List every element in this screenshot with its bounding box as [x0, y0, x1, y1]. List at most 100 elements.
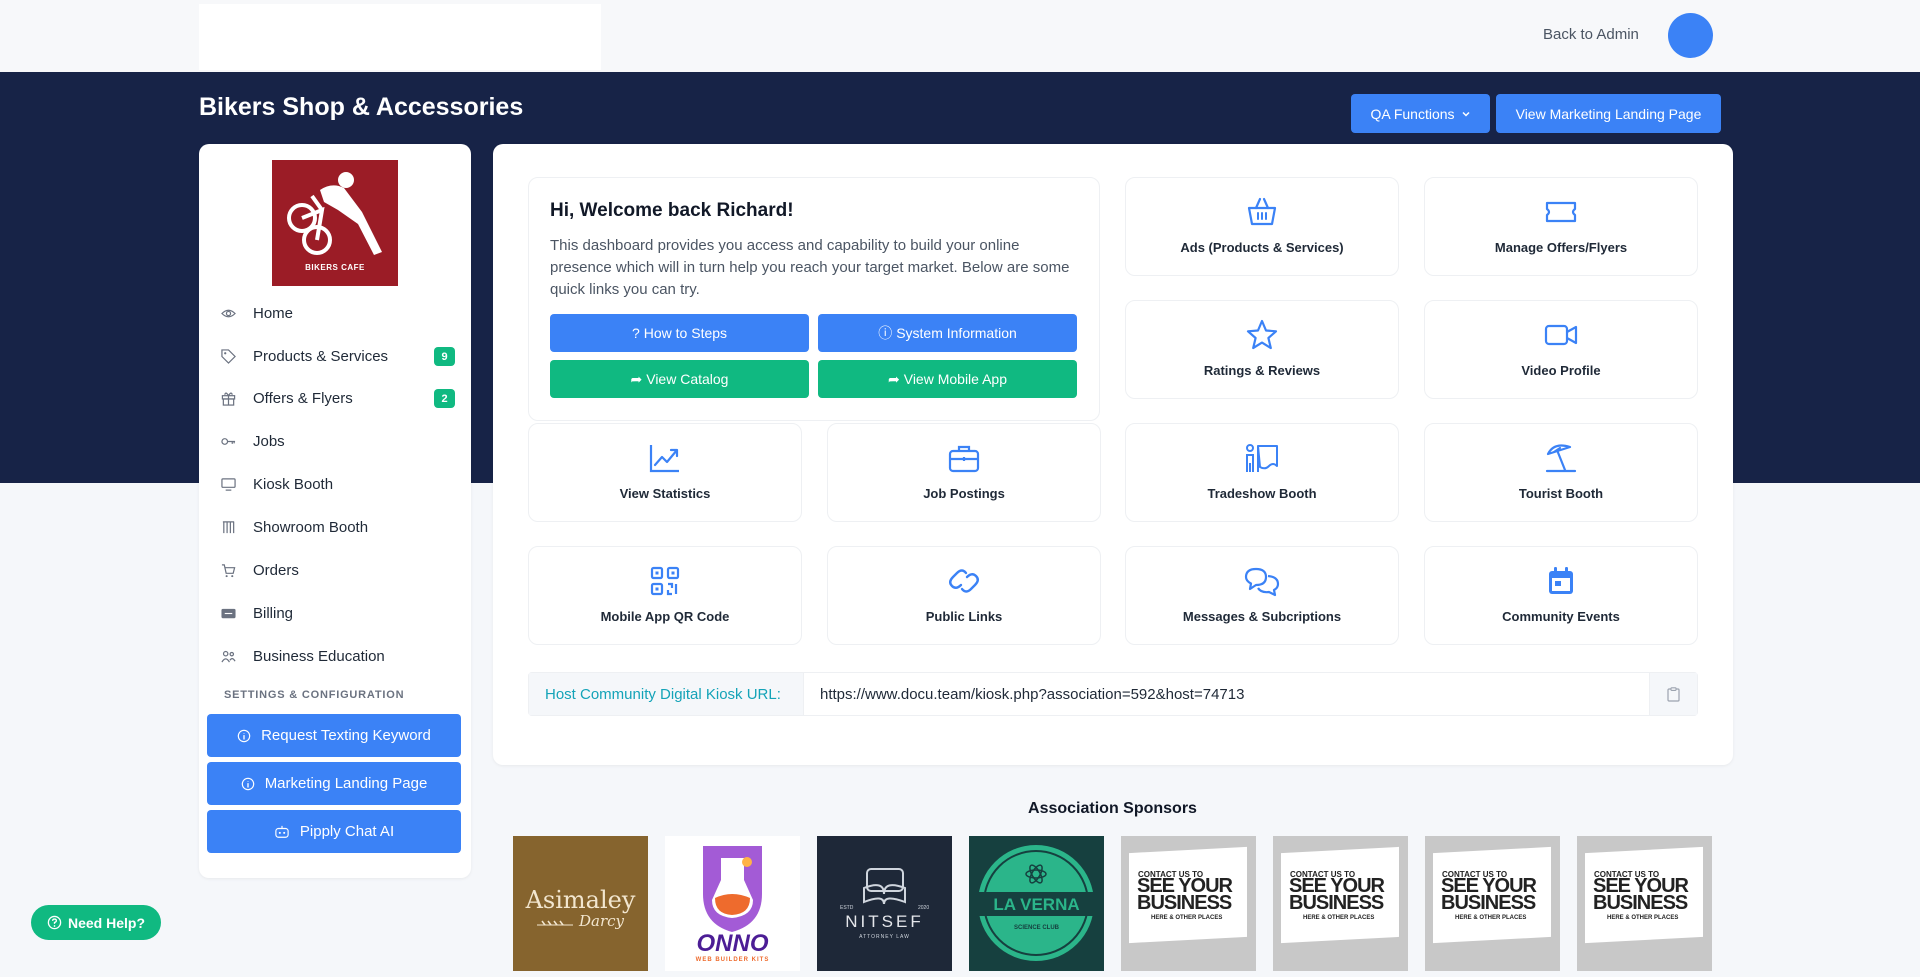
tile-label: Job Postings [923, 486, 1005, 501]
sidebar-item-label: Orders [253, 561, 299, 579]
tile-ratings-reviews[interactable]: Ratings & Reviews [1125, 300, 1399, 399]
tile-community-events[interactable]: Community Events [1424, 546, 1698, 645]
qa-functions-label: QA Functions [1370, 105, 1455, 122]
sidebar-item-orders[interactable]: Orders [221, 555, 461, 585]
tile-manage-offers-flyers[interactable]: Manage Offers/Flyers [1424, 177, 1698, 276]
tag-icon [221, 348, 236, 364]
question-circle-icon [47, 915, 62, 930]
tile-label: Ads (Products & Services) [1180, 240, 1344, 255]
view-mobile-app-button[interactable]: ➦ View Mobile App [818, 360, 1077, 398]
welcome-text: This dashboard provides you access and c… [550, 237, 1070, 298]
monitor-icon [221, 477, 236, 492]
sidebar-item-offers-flyers[interactable]: Offers & Flyers 2 [221, 383, 461, 413]
sponsor-name: ONNO [696, 930, 769, 957]
tile-label: Tourist Booth [1518, 486, 1604, 501]
copy-url-button[interactable] [1649, 673, 1697, 715]
top-bar: Back to Admin [0, 0, 1920, 72]
kiosk-url-field[interactable]: https://www.docu.team/kiosk.php?associat… [804, 673, 1649, 715]
tile-job-postings[interactable]: Job Postings [827, 423, 1101, 522]
sponsor-placeholder[interactable]: CONTACT US TO SEE YOUR BUSINESS HERE & O… [1121, 836, 1256, 971]
sponsor-estd: ESTD [840, 905, 854, 911]
need-help-button[interactable]: Need Help? [31, 905, 161, 940]
sponsors-title: Association Sponsors [1028, 800, 1197, 817]
sponsor-asimaley[interactable]: Asimaley Darcy [513, 836, 648, 971]
sidebar-item-label: Showroom Booth [253, 518, 369, 536]
sidebar-item-showroom-booth[interactable]: Showroom Booth [221, 512, 461, 542]
count-badge: 9 [434, 347, 455, 366]
sponsor-la-verna[interactable]: LA VERNA SCIENCE CLUB [969, 836, 1104, 971]
eye-icon [221, 306, 236, 321]
cart-icon [221, 563, 236, 578]
key-icon [221, 434, 236, 449]
site-logo[interactable] [199, 4, 601, 70]
tile-tourist-booth[interactable]: Tourist Booth [1424, 423, 1698, 522]
sidebar-item-jobs[interactable]: Jobs [221, 426, 461, 456]
tile-label: View Statistics [619, 486, 711, 501]
sponsor-nitsef[interactable]: ESTD 2020 NITSEF ATTORNEY LAW [817, 836, 952, 971]
sponsor-placeholder[interactable]: CONTACT US TO SEE YOUR BUSINESS HERE & O… [1577, 836, 1712, 971]
sidebar-item-label: Business Education [253, 647, 385, 665]
link-icon [949, 569, 979, 593]
view-catalog-button[interactable]: ➦ View Catalog [550, 360, 809, 398]
sponsor-name: SEE YOUR BUSINESS [1289, 875, 1385, 914]
tile-tradeshow-booth[interactable]: Tradeshow Booth [1125, 423, 1399, 522]
sponsor-placeholder[interactable]: CONTACT US TO SEE YOUR BUSINESS HERE & O… [1273, 836, 1408, 971]
laurel-icon [537, 920, 573, 926]
gift-icon [221, 391, 236, 406]
sponsor-name: SEE YOUR BUSINESS [1137, 875, 1233, 914]
system-information-label: System Information [896, 325, 1017, 341]
tile-public-links[interactable]: Public Links [827, 546, 1101, 645]
page-title: Bikers Shop & Accessories [199, 93, 524, 121]
sidebar-item-home[interactable]: Home [221, 298, 461, 328]
tile-ads-products-services[interactable]: Ads (Products & Services) [1125, 177, 1399, 276]
tile-label: Community Events [1502, 609, 1620, 624]
sponsor-name: Asimaley [525, 886, 636, 914]
basket-icon [1247, 197, 1277, 226]
sidebar-item-products-services[interactable]: Products & Services 9 [221, 341, 461, 371]
avatar[interactable] [1668, 13, 1713, 58]
qa-functions-button[interactable]: QA Functions [1351, 94, 1490, 133]
chevron-down-icon [1461, 111, 1470, 117]
sidebar-item-billing[interactable]: Billing [221, 598, 461, 628]
users-icon [221, 649, 236, 664]
sidebar-item-label: Products & Services [253, 347, 389, 365]
count-badge: 2 [434, 389, 455, 408]
how-to-steps-button[interactable]: ? How to Steps [550, 314, 809, 352]
sponsor-placeholder[interactable]: CONTACT US TO SEE YOUR BUSINESS HERE & O… [1425, 836, 1560, 971]
how-to-steps-label: How to Steps [643, 325, 728, 341]
system-information-button[interactable]: ⓘ System Information [818, 314, 1077, 352]
tile-mobile-app-qr-code[interactable]: Mobile App QR Code [528, 546, 802, 645]
sponsor-onno[interactable]: ONNO WEB BUILDER KITS [665, 836, 800, 971]
view-marketing-landing-button[interactable]: View Marketing Landing Page [1496, 94, 1721, 133]
umbrella-beach-icon [1545, 444, 1577, 473]
question-icon: ? [631, 325, 640, 341]
welcome-panel: Hi, Welcome back Richard! This dashboard… [528, 177, 1100, 421]
video-icon [1544, 324, 1578, 346]
tile-messages-subcriptions[interactable]: Messages & Subcriptions [1125, 546, 1399, 645]
marketing-landing-page-label: Marketing Landing Page [264, 775, 428, 792]
settings-heading: SETTINGS & CONFIGURATION [224, 689, 405, 701]
tradeshow-icon [1246, 444, 1278, 472]
ticket-icon [1545, 201, 1577, 223]
sponsor-subtitle: SCIENCE CLUB [1013, 925, 1059, 931]
chart-line-icon [649, 445, 679, 473]
tile-view-statistics[interactable]: View Statistics [528, 423, 802, 522]
tile-video-profile[interactable]: Video Profile [1424, 300, 1698, 399]
info-icon [237, 729, 251, 742]
tile-label: Messages & Subcriptions [1182, 609, 1342, 624]
request-texting-keyword-button[interactable]: Request Texting Keyword [207, 714, 461, 757]
kiosk-url-group: Host Community Digital Kiosk URL: https:… [528, 672, 1698, 716]
sidebar-item-business-education[interactable]: Business Education [221, 641, 461, 671]
business-logo: BIKERS CAFE [272, 160, 398, 286]
share-icon: ➦ [630, 370, 643, 387]
marketing-landing-page-button[interactable]: Marketing Landing Page [207, 762, 461, 805]
star-icon [1246, 319, 1278, 350]
tile-label: Manage Offers/Flyers [1494, 240, 1628, 255]
qr-code-icon [650, 566, 680, 596]
sponsor-subtitle: HERE & OTHER PLACES [1303, 915, 1375, 921]
tile-label: Ratings & Reviews [1203, 363, 1321, 378]
view-mobile-app-label: View Mobile App [903, 371, 1007, 387]
sidebar-item-kiosk-booth[interactable]: Kiosk Booth [221, 469, 461, 499]
back-to-admin-link[interactable]: Back to Admin [1543, 26, 1639, 43]
tile-label: Tradeshow Booth [1207, 486, 1317, 501]
